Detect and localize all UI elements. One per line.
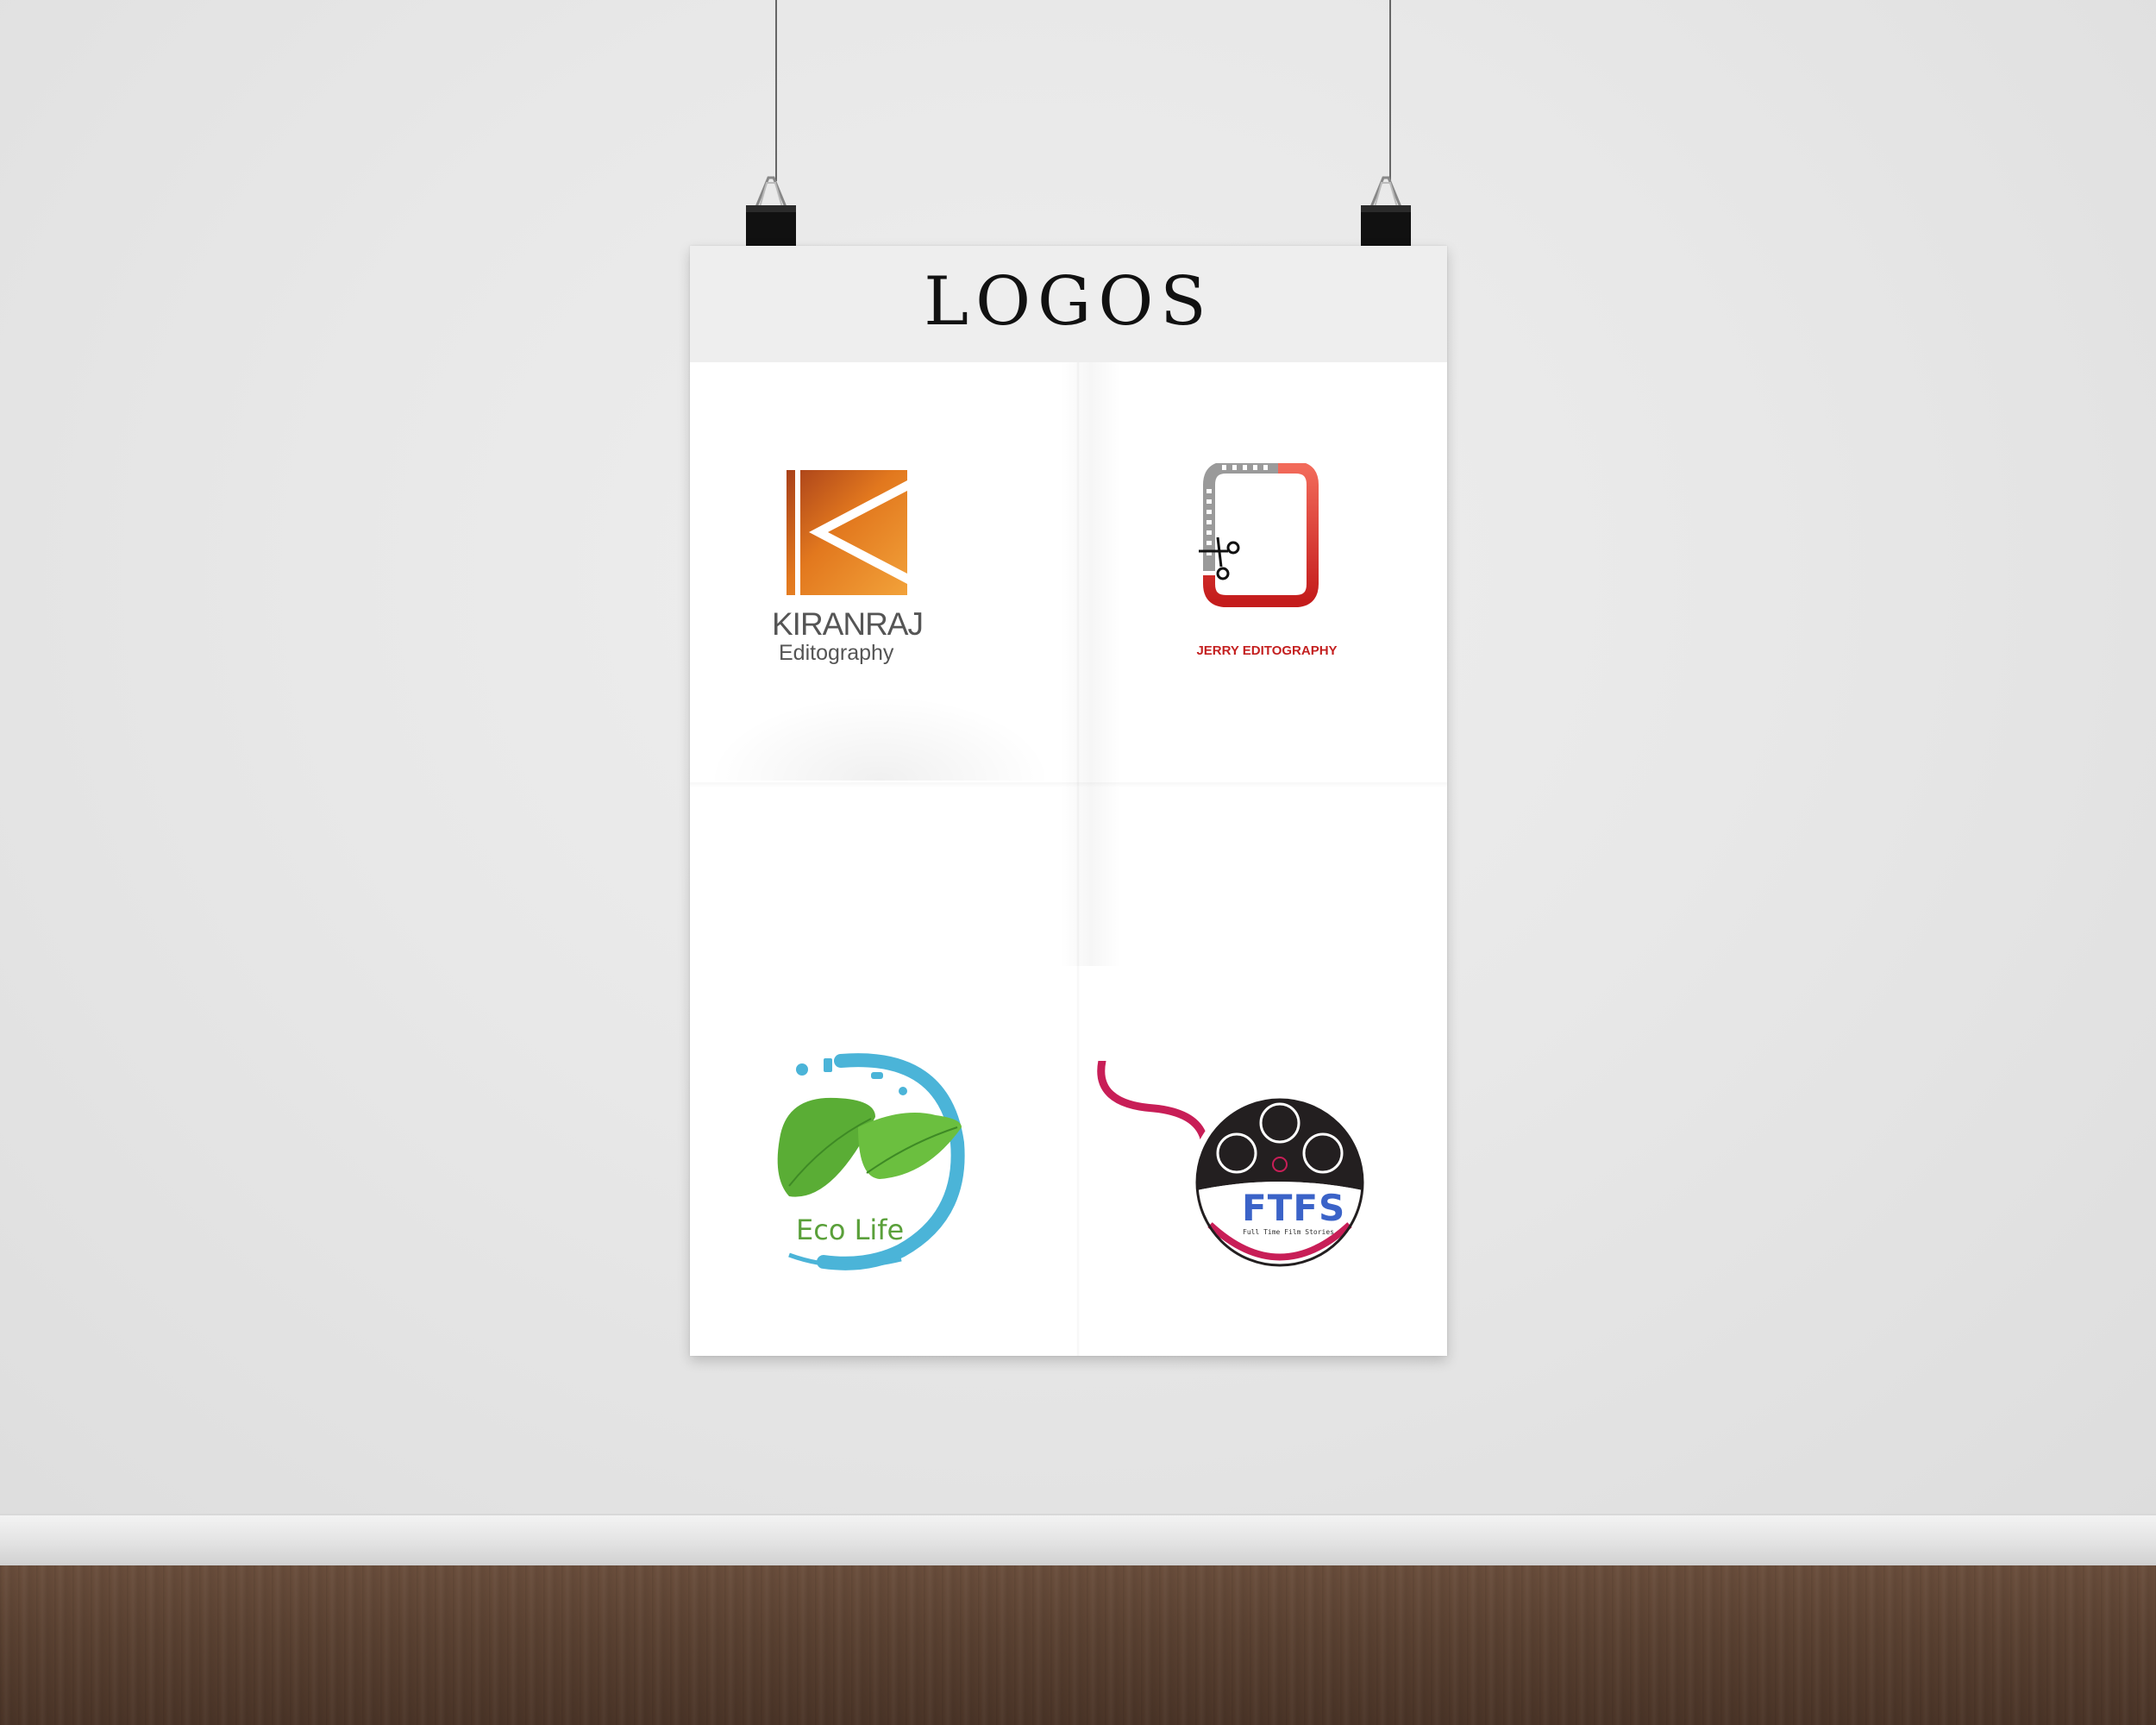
ftfs-film-reel-icon	[1097, 1061, 1370, 1273]
hanging-string-right	[1389, 0, 1391, 181]
poster-shadow	[707, 694, 1052, 781]
jerry-title: JERRY EDITOGRAPHY	[1196, 643, 1338, 658]
ftfs-title: FTFS	[1242, 1187, 1346, 1229]
ftfs-logo: FTFS Full Time Film Stories	[1094, 1061, 1421, 1285]
eco-life-title: Eco Life	[796, 1214, 905, 1246]
poster-header: LOGOS	[690, 246, 1447, 362]
kiranraj-logo: KIRANRAJ Editography	[772, 470, 987, 668]
jerry-film-frame-icon	[1199, 463, 1319, 607]
wooden-floor	[0, 1565, 2156, 1725]
poster-title: LOGOS	[924, 263, 1213, 341]
jerry-logo: JERRY EDITOGRAPHY	[1175, 463, 1364, 666]
eco-life-logo: Eco Life	[772, 1048, 979, 1281]
binder-clip-left-icon	[741, 172, 801, 254]
kiranraj-subtitle: Editography	[779, 641, 894, 665]
baseboard	[0, 1514, 2156, 1567]
hanging-string-left	[775, 0, 777, 181]
poster-crease-shadow	[1061, 362, 1121, 966]
kiranraj-k-mark-icon	[787, 470, 907, 595]
ftfs-subtitle: Full Time Film Stories	[1243, 1228, 1334, 1236]
binder-clip-right-icon	[1356, 172, 1416, 254]
kiranraj-title: KIRANRAJ	[772, 606, 924, 642]
poster: LOGOS KIRANRAJ Editography JERRY EDITOGR…	[690, 246, 1447, 1356]
